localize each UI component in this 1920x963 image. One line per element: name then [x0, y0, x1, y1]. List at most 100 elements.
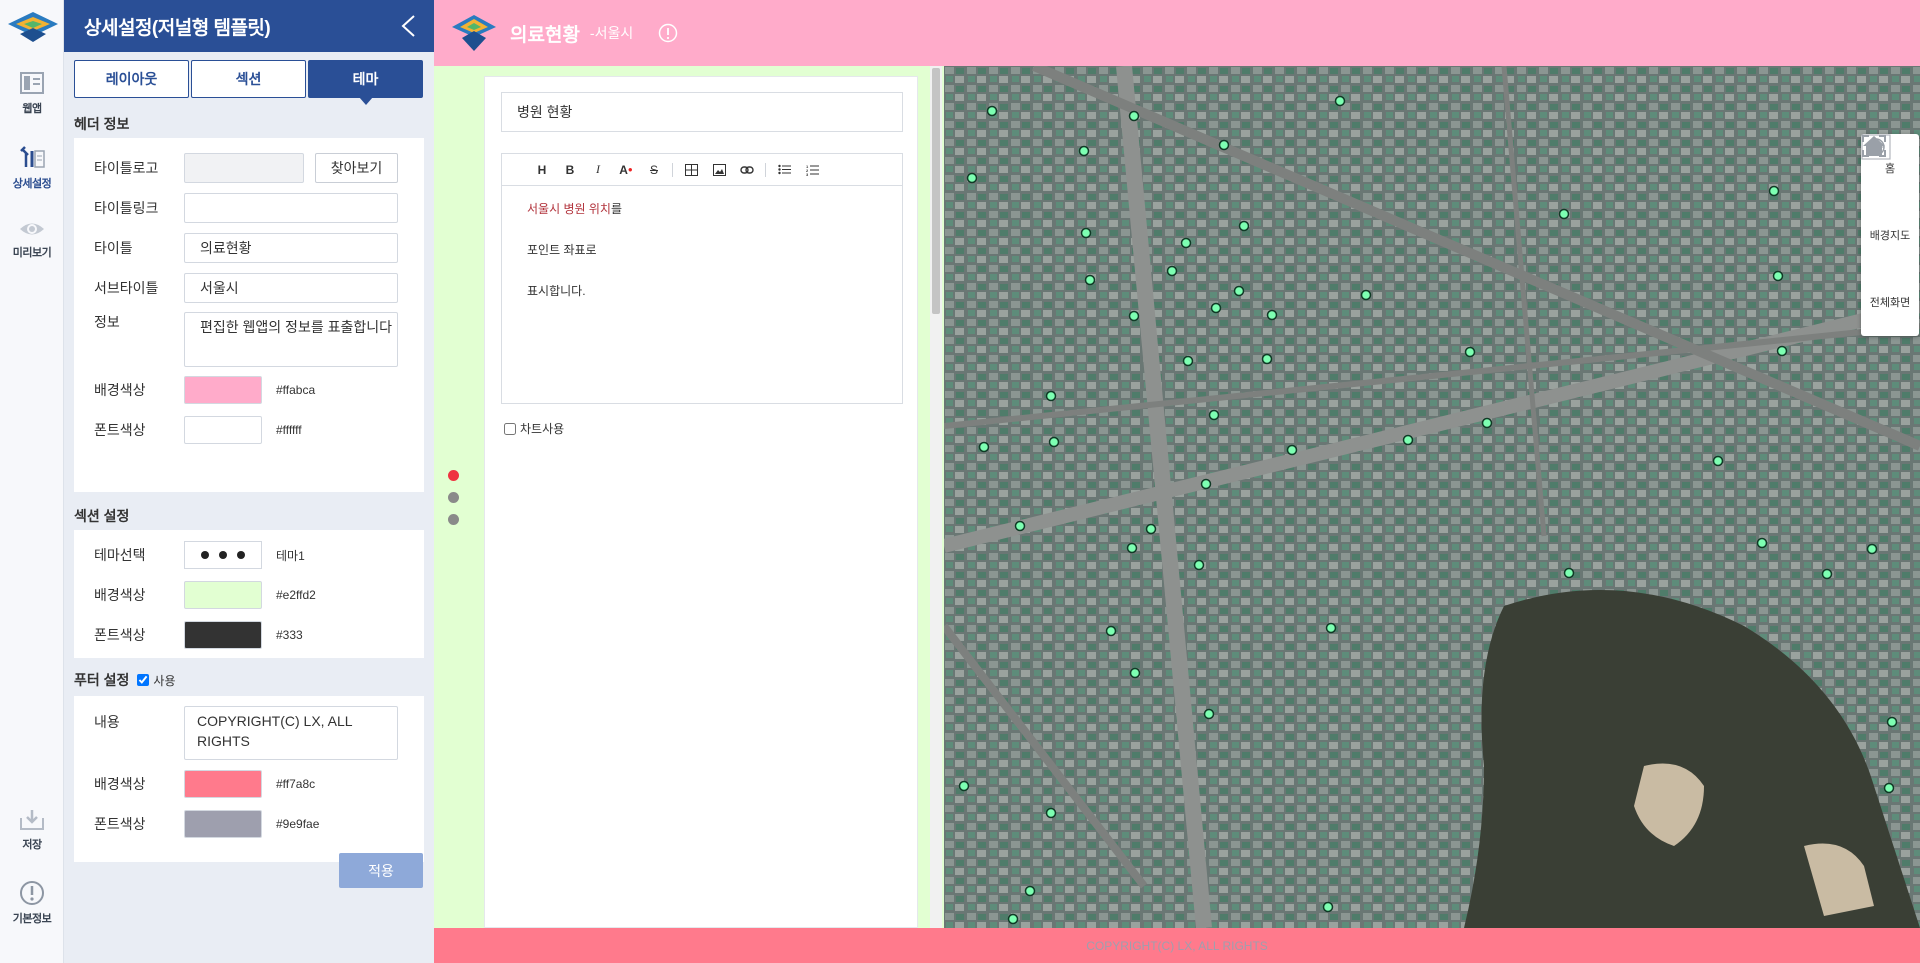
section-settings-title-text: 섹션 설정 — [74, 508, 130, 524]
content-scrollbar[interactable] — [930, 66, 942, 928]
header-font-hex: #ffffff — [276, 423, 302, 437]
rich-text-editor[interactable]: H B I A ● S 123 서울시 병원 위치를 포인트 좌표로 표시합니다… — [501, 153, 903, 404]
section-font-label: 폰트색상 — [94, 627, 146, 643]
text-color-icon[interactable]: A ● — [612, 158, 640, 182]
info-icon — [20, 881, 44, 905]
editor-line-2: 포인트 좌표로 — [527, 243, 597, 257]
scrollbar-thumb[interactable] — [932, 68, 940, 314]
header-font-row: 폰트색상 #ffffff — [94, 410, 404, 450]
section-bg-swatch[interactable] — [184, 581, 262, 609]
apply-button[interactable]: 적용 — [339, 853, 423, 888]
footer-use-toggle[interactable]: 사용 — [137, 672, 176, 689]
info-textarea[interactable]: 편집한 웹앱의 정보를 표출합니다 — [184, 312, 398, 367]
footer-settings-title: 푸터 설정 사용 — [64, 664, 434, 696]
title-row: 타이틀 의료현황 — [94, 228, 404, 268]
footer-font-swatch[interactable] — [184, 810, 262, 838]
link-icon[interactable] — [733, 158, 761, 182]
info-circle-icon[interactable] — [658, 23, 678, 43]
section-card: 병원 현황 H B I A ● S 123 서울시 병원 위치를 포인트 좌표로… — [484, 76, 918, 928]
chevron-left-icon[interactable] — [398, 14, 420, 38]
section-nav-dot-1[interactable] — [448, 470, 459, 481]
title-link-input[interactable] — [184, 193, 398, 223]
chart-use-toggle[interactable]: 차트사용 — [504, 420, 564, 437]
section-font-hex: #333 — [276, 628, 303, 642]
rail-item-save[interactable]: 저장 — [0, 808, 64, 852]
chart-use-checkbox[interactable] — [504, 422, 516, 435]
editor-highlight-text: 서울시 병원 위치 — [527, 202, 611, 216]
info-row: 정보 편집한 웹앱의 정보를 표출합니다 — [94, 308, 404, 370]
section-nav — [434, 66, 474, 928]
footer-font-hex: #9e9fae — [276, 817, 320, 831]
tab-theme[interactable]: 테마 — [308, 60, 423, 105]
rail-label-save: 저장 — [22, 839, 42, 851]
editor-line-1: 서울시 병원 위치를 — [527, 201, 877, 242]
editor-body[interactable]: 서울시 병원 위치를 포인트 좌표로 표시합니다. — [502, 186, 902, 339]
theme-select-row: 테마선택 테마1 — [94, 535, 404, 575]
rail-item-detail-settings[interactable]: 상세설정 — [0, 145, 64, 191]
header-bg-label: 배경색상 — [94, 382, 146, 398]
header-bg-hex: #ffabca — [276, 383, 316, 397]
image-icon[interactable] — [705, 158, 733, 182]
footer-bg-swatch[interactable] — [184, 770, 262, 798]
info-label: 정보 — [94, 314, 120, 330]
footer-settings-box: 내용 COPYRIGHT(C) LX, ALL RIGHTS 배경색상 #ff7… — [74, 696, 424, 862]
map-basemap-button[interactable]: 배경지도 — [1861, 134, 1919, 268]
tab-section[interactable]: 섹션 — [191, 60, 306, 98]
webapp-preview: 의료현황 -서울시 병원 현황 H B I A ● S 1 2 3 서울시 병원… — [434, 0, 1920, 963]
title-label: 타이틀 — [94, 240, 133, 256]
header-bg-swatch[interactable] — [184, 376, 262, 404]
rail-item-webapp[interactable]: 웹앱 — [0, 70, 64, 116]
satellite-map — [944, 66, 1920, 928]
heading-icon[interactable]: H — [528, 158, 556, 182]
tools-icon — [20, 146, 45, 168]
section-font-row: 폰트색상 #333 — [94, 615, 404, 655]
map-fullscreen-button[interactable]: 전체화면 — [1861, 135, 1919, 335]
title-logo-field[interactable] — [184, 153, 304, 183]
section-font-swatch[interactable] — [184, 621, 262, 649]
subtitle-label: 서브타이틀 — [94, 280, 159, 296]
footer-font-row: 폰트색상 #9e9fae — [94, 804, 404, 844]
title-input[interactable]: 의료현황 — [184, 233, 398, 263]
rail-item-basic-info[interactable]: 기본정보 — [0, 880, 64, 926]
panel-header: 상세설정(저널형 템플릿) — [64, 0, 434, 52]
tab-layout[interactable]: 레이아웃 — [74, 60, 189, 98]
editor-line-3: 표시합니다. — [527, 284, 586, 298]
italic-icon[interactable]: I — [584, 158, 612, 182]
section-nav-dot-2[interactable] — [448, 492, 459, 503]
footer-bg-label: 배경색상 — [94, 776, 146, 792]
footer-content-row: 내용 COPYRIGHT(C) LX, ALL RIGHTS — [94, 706, 404, 764]
footer-font-label: 폰트색상 — [94, 816, 146, 832]
title-link-label: 타이틀링크 — [94, 200, 159, 216]
numbered-list-icon[interactable]: 123 — [798, 158, 826, 182]
card-title-input[interactable]: 병원 현황 — [501, 92, 903, 132]
section-nav-dot-3[interactable] — [448, 514, 459, 525]
header-font-label: 폰트색상 — [94, 422, 146, 438]
preview-footer: COPYRIGHT(C) LX, ALL RIGHTS — [434, 928, 1920, 963]
settings-panel: 상세설정(저널형 템플릿) 레이아웃 섹션 테마 헤더 정보 타이틀로고 찾아보… — [64, 0, 434, 963]
editor-toolbar: H B I A ● S 123 — [502, 154, 902, 186]
title-logo-label: 타이틀로고 — [94, 160, 159, 176]
svg-text:3: 3 — [806, 172, 809, 176]
panel-title: 상세설정(저널형 템플릿) — [84, 17, 271, 39]
table-icon[interactable] — [677, 158, 705, 182]
section-content: 병원 현황 H B I A ● S 123 서울시 병원 위치를 포인트 좌표로… — [474, 66, 959, 928]
editor-line-1-rest: 를 — [610, 202, 622, 216]
header-info-title-text: 헤더 정보 — [74, 116, 130, 132]
footer-bg-hex: #ff7a8c — [276, 777, 316, 791]
theme-select-button[interactable] — [184, 541, 262, 569]
header-font-swatch[interactable] — [184, 416, 262, 444]
toolbar-divider — [765, 162, 766, 177]
map-view[interactable]: 홈 배경지도 전체화면 — [944, 66, 1920, 928]
footer-content-textarea[interactable]: COPYRIGHT(C) LX, ALL RIGHTS — [184, 706, 398, 760]
map-home-label: 홈 — [1884, 162, 1896, 175]
section-settings-box: 테마선택 테마1 배경색상 #e2ffd2 폰트색상 #333 — [74, 530, 424, 658]
subtitle-input[interactable]: 서울시 — [184, 273, 398, 303]
icon-rail: 웹앱 상세설정 미리보기 저장 기본정보 — [0, 0, 64, 963]
footer-use-checkbox[interactable] — [137, 674, 150, 686]
find-button[interactable]: 찾아보기 — [315, 153, 398, 183]
strikethrough-icon[interactable]: S — [640, 158, 668, 182]
bold-icon[interactable]: B — [556, 158, 584, 182]
rail-label-detail-settings: 상세설정 — [12, 178, 52, 190]
bullet-list-icon[interactable] — [770, 158, 798, 182]
rail-item-preview[interactable]: 미리보기 — [0, 218, 64, 260]
